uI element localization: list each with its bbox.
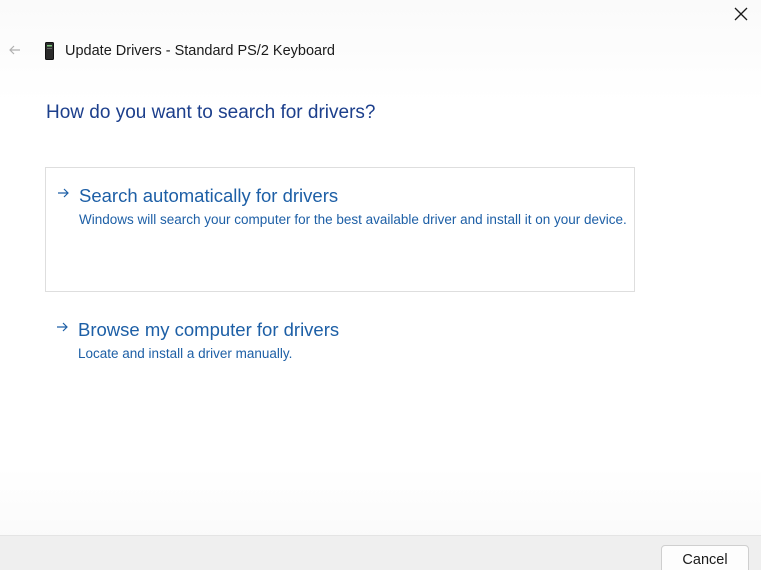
update-drivers-dialog: Update Drivers - Standard PS/2 Keyboard … — [0, 0, 761, 570]
cancel-button[interactable]: Cancel — [661, 545, 749, 570]
search-automatically-option[interactable]: Search automatically for drivers Windows… — [45, 167, 635, 292]
option-description: Locate and install a driver manually. — [78, 346, 293, 361]
dialog-title: Update Drivers - Standard PS/2 Keyboard — [65, 43, 335, 59]
dialog-header: Update Drivers - Standard PS/2 Keyboard — [0, 36, 700, 66]
back-arrow-icon — [9, 42, 21, 60]
arrow-right-icon — [54, 322, 70, 332]
page-heading: How do you want to search for drivers? — [46, 102, 376, 123]
close-button[interactable] — [721, 0, 761, 28]
close-icon — [734, 7, 748, 21]
option-title: Search automatically for drivers — [79, 185, 339, 206]
dialog-footer — [0, 535, 761, 570]
browse-computer-option[interactable]: Browse my computer for drivers Locate an… — [45, 301, 635, 371]
keyboard-device-icon — [42, 42, 56, 60]
option-title: Browse my computer for drivers — [78, 319, 340, 340]
arrow-right-icon — [55, 188, 71, 198]
back-button[interactable] — [0, 36, 30, 66]
option-description: Windows will search your computer for th… — [79, 212, 627, 227]
